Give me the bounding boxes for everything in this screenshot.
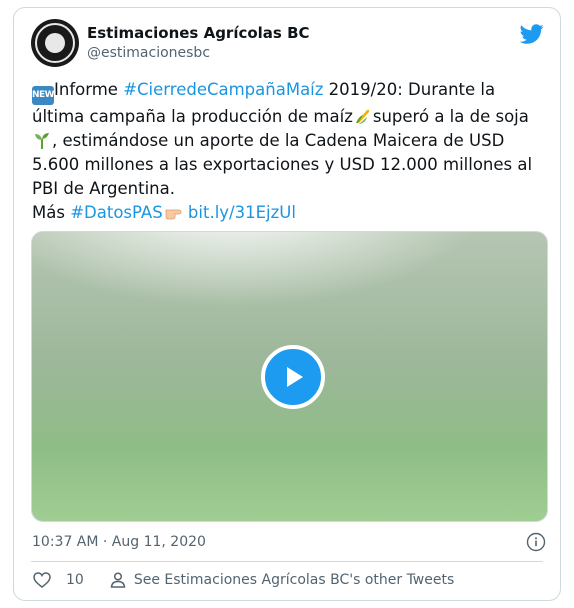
tweet-text-part: Informe bbox=[54, 80, 124, 99]
shortened-link[interactable]: bit.ly/31EjzUl bbox=[188, 203, 296, 222]
play-button[interactable] bbox=[261, 345, 325, 409]
heart-icon[interactable] bbox=[32, 570, 52, 590]
tweet-text: NEWInforme #CierredeCampañaMaíz 2019/20:… bbox=[32, 78, 537, 225]
other-tweets-link[interactable]: See Estimaciones Agrícolas BC's other Tw… bbox=[134, 570, 454, 590]
tweet-text-part: , estimándose un aporte de la Cadena Mai… bbox=[32, 131, 533, 198]
author-block[interactable]: Estimaciones Agrícolas BC @estimacionesb… bbox=[87, 23, 310, 63]
video-player[interactable] bbox=[31, 231, 548, 522]
tweet-text-part: Más bbox=[32, 203, 71, 222]
person-icon bbox=[110, 572, 126, 588]
like-count[interactable]: 10 bbox=[66, 570, 84, 590]
new-badge: NEW bbox=[32, 86, 55, 105]
tweet-card[interactable]: Estimaciones Agrícolas BC @estimacionesb… bbox=[13, 7, 561, 601]
play-icon bbox=[287, 367, 303, 387]
pointing-hand-emoji bbox=[165, 209, 182, 220]
tweet-actions: 10 See Estimaciones Agrícolas BC's other… bbox=[32, 570, 454, 590]
author-handle[interactable]: @estimacionesbc bbox=[87, 43, 310, 63]
twitter-bird-icon[interactable] bbox=[520, 22, 544, 46]
tweet-timestamp[interactable]: 10:37 AM · Aug 11, 2020 bbox=[32, 532, 206, 552]
avatar[interactable] bbox=[31, 19, 79, 67]
seedling-emoji bbox=[35, 133, 49, 149]
corn-emoji bbox=[355, 109, 370, 124]
tweet-text-part: superó a la de soja bbox=[372, 107, 529, 126]
avatar-seal bbox=[35, 23, 75, 63]
author-name[interactable]: Estimaciones Agrícolas BC bbox=[87, 23, 310, 43]
divider bbox=[31, 561, 543, 562]
info-icon[interactable] bbox=[526, 532, 546, 552]
hashtag-cierre-campana[interactable]: #CierredeCampañaMaíz bbox=[123, 80, 323, 99]
hashtag-datos-pas[interactable]: #DatosPAS bbox=[70, 203, 162, 222]
